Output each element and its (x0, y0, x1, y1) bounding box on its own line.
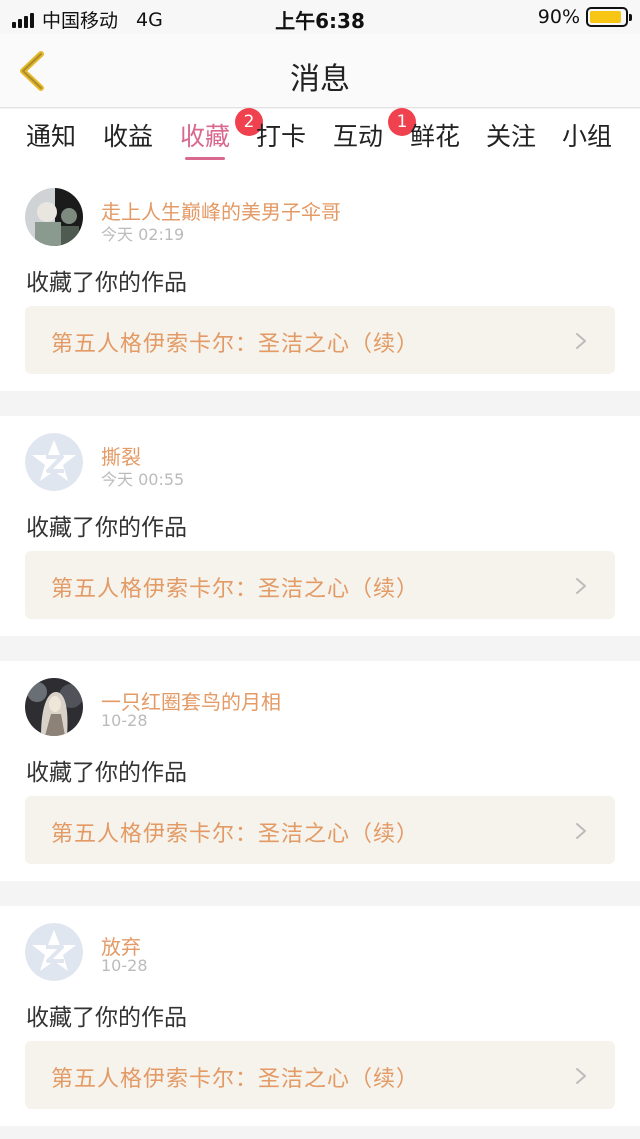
timestamp: 今天 02:19 (101, 225, 185, 244)
chevron-right-icon (576, 578, 586, 594)
list-item: 撕裂 今天 00:55 收藏了你的作品 第五人格伊索卡尔：圣洁之心（续） (0, 416, 640, 636)
work-link[interactable]: 第五人格伊索卡尔：圣洁之心（续） (25, 306, 615, 374)
status-bar: 中国移动 4G 上午6:38 90% (0, 0, 640, 34)
action-text: 收藏了你的作品 (26, 270, 187, 296)
list-item: 走上人生巅峰的美男子伞哥 今天 02:19 收藏了你的作品 第五人格伊索卡尔：圣… (0, 171, 640, 391)
battery-icon (586, 7, 632, 27)
chevron-right-icon (576, 333, 586, 349)
default-avatar-icon (25, 433, 83, 491)
nav-header: 消息 (0, 34, 640, 108)
list-item: 一只红圈套鸟的月相 10-28 收藏了你的作品 第五人格伊索卡尔：圣洁之心（续） (0, 661, 640, 881)
tab-following[interactable]: 关注 (481, 117, 541, 153)
tab-label: 关注 (485, 122, 536, 151)
tab-label: 打卡 (255, 122, 306, 151)
work-title: 第五人格伊索卡尔：圣洁之心（续） (51, 332, 420, 357)
tab-earnings[interactable]: 收益 (98, 117, 158, 153)
tab-bar: 通知 收益 收藏 2 打卡 互动 1 鲜花 关注 小组 (0, 108, 640, 171)
work-link[interactable]: 第五人格伊索卡尔：圣洁之心（续） (25, 1041, 615, 1109)
avatar[interactable] (25, 923, 83, 981)
tab-checkin[interactable]: 打卡 (251, 117, 311, 153)
tab-label: 收藏 (179, 122, 230, 151)
battery-percent: 90% (537, 6, 580, 28)
tab-label: 通知 (25, 122, 76, 151)
work-title: 第五人格伊索卡尔：圣洁之心（续） (51, 1067, 420, 1092)
timestamp: 10-28 (101, 956, 148, 975)
work-link[interactable]: 第五人格伊索卡尔：圣洁之心（续） (25, 551, 615, 619)
action-text: 收藏了你的作品 (26, 515, 187, 541)
chevron-right-icon (576, 823, 586, 839)
tab-interactions[interactable]: 互动 1 (328, 108, 416, 153)
avatar[interactable] (25, 433, 83, 491)
battery-fill (590, 11, 621, 23)
tab-notifications[interactable]: 通知 (21, 117, 81, 153)
default-avatar-icon (25, 923, 83, 981)
work-link[interactable]: 第五人格伊索卡尔：圣洁之心（续） (25, 796, 615, 864)
chevron-right-icon (576, 1068, 586, 1084)
active-tab-indicator (185, 157, 225, 160)
tab-favorites[interactable]: 收藏 2 (175, 108, 263, 160)
timestamp: 10-28 (101, 711, 148, 730)
tab-label: 鲜花 (409, 122, 460, 151)
tab-label: 小组 (561, 122, 612, 151)
tab-label: 互动 (332, 122, 383, 151)
avatar[interactable] (25, 678, 83, 736)
tab-flowers[interactable]: 鲜花 (405, 117, 465, 153)
action-text: 收藏了你的作品 (26, 760, 187, 786)
status-right: 90% (537, 6, 632, 28)
message-feed: 走上人生巅峰的美男子伞哥 今天 02:19 收藏了你的作品 第五人格伊索卡尔：圣… (0, 171, 640, 1139)
action-text: 收藏了你的作品 (26, 1005, 187, 1031)
avatar[interactable] (25, 188, 83, 246)
work-title: 第五人格伊索卡尔：圣洁之心（续） (51, 822, 420, 847)
timestamp: 今天 00:55 (101, 470, 185, 489)
work-title: 第五人格伊索卡尔：圣洁之心（续） (51, 577, 420, 602)
tab-groups[interactable]: 小组 (557, 117, 617, 153)
page-title: 消息 (290, 62, 350, 97)
user-photo-icon (25, 188, 83, 246)
list-item: 放弃 10-28 收藏了你的作品 第五人格伊索卡尔：圣洁之心（续） (0, 906, 640, 1126)
user-photo-icon (25, 678, 83, 736)
tab-label: 收益 (102, 122, 153, 151)
